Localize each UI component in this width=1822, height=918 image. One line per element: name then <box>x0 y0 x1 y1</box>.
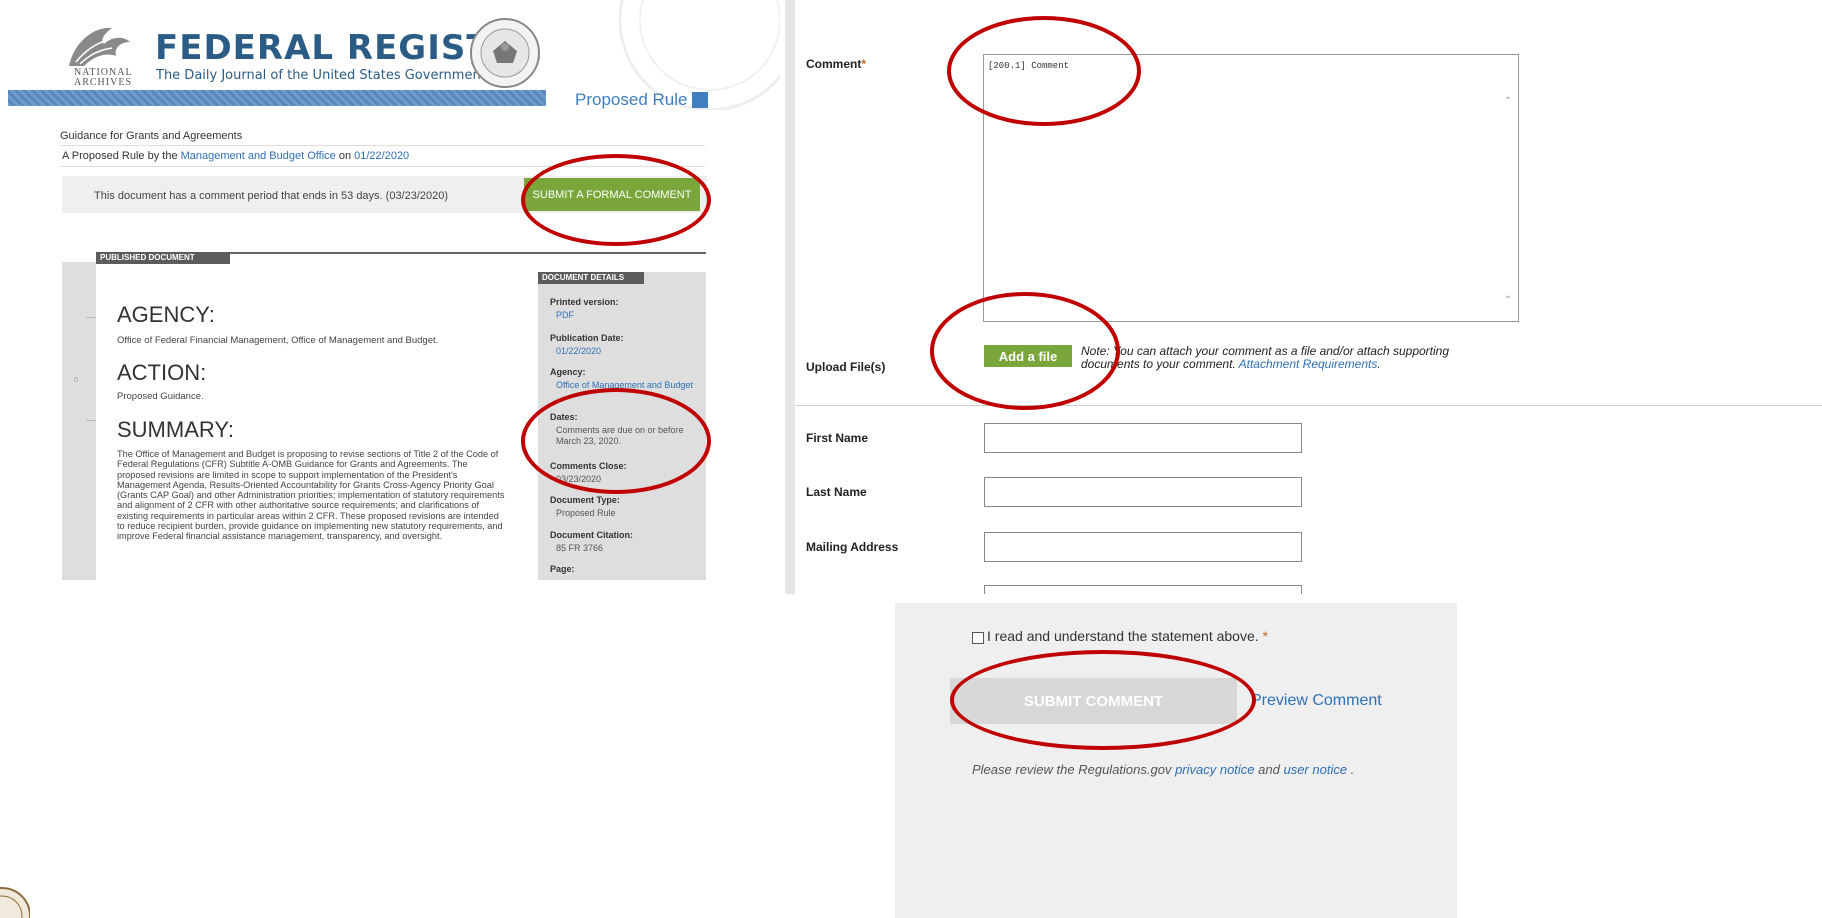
detail-label: Document Type: <box>550 495 620 505</box>
scroll-up-icon[interactable]: ⌃ <box>1504 96 1512 107</box>
pdf-link[interactable]: PDF <box>556 310 574 320</box>
date-link[interactable]: 01/22/2020 <box>354 150 409 162</box>
document-gutter <box>62 262 96 580</box>
agency-link[interactable]: Management and Budget Office <box>181 150 336 162</box>
comment-label-text: Comment <box>806 57 862 71</box>
preview-comment-link[interactable]: Preview Comment <box>1251 692 1382 710</box>
detail-label: Agency: <box>550 367 586 377</box>
action-text: Proposed Guidance. <box>117 391 204 402</box>
published-document-tab: PUBLISHED DOCUMENT <box>96 252 230 264</box>
upload-files-label: Upload File(s) <box>806 360 886 374</box>
gutter-tick <box>86 420 96 421</box>
review-and: and <box>1254 762 1284 777</box>
document-details-tab: DOCUMENT DETAILS <box>538 272 644 284</box>
publication-date-link[interactable]: 01/22/2020 <box>556 346 601 356</box>
document-type-label: Proposed Rule <box>575 90 688 109</box>
gutter-tick <box>86 317 96 318</box>
annotation-circle-dates <box>521 388 711 494</box>
required-asterisk: * <box>1262 628 1268 644</box>
annotation-circle-submit-formal <box>521 154 711 246</box>
first-name-label: First Name <box>806 431 869 445</box>
federal-register-subtitle: The Daily Journal of the United States G… <box>156 68 486 83</box>
presidential-seal-icon <box>0 887 30 918</box>
form-left-border <box>785 0 795 594</box>
mailing-address-label: Mailing Address <box>806 540 899 554</box>
summary-text: The Office of Management and Budget is p… <box>117 449 505 542</box>
agency-text: Office of Federal Financial Management, … <box>117 335 439 346</box>
detail-label: Page: <box>550 564 575 574</box>
statement-checkbox[interactable] <box>972 632 984 644</box>
form-divider <box>795 405 1822 406</box>
document-type-square-icon <box>692 92 708 108</box>
mailing-address-input[interactable] <box>984 532 1302 562</box>
required-asterisk: * <box>861 57 867 71</box>
document-byline: A Proposed Rule by the Management and Bu… <box>62 150 409 162</box>
review-prefix: Please review the Regulations.gov <box>972 762 1176 777</box>
national-archives-seal-icon <box>470 18 540 88</box>
privacy-notice-link[interactable]: privacy notice <box>1175 762 1254 777</box>
note-end: . <box>1377 357 1381 371</box>
statement-label: I read and understand the statement abov… <box>987 628 1259 644</box>
user-notice-link[interactable]: user notice <box>1283 762 1347 777</box>
federal-register-panel: NATIONAL ARCHIVES FEDERAL REGISTER The D… <box>0 0 780 600</box>
scroll-down-icon[interactable]: ⌄ <box>1504 290 1512 301</box>
detail-label: Printed version: <box>550 297 619 307</box>
summary-heading: SUMMARY: <box>117 417 234 442</box>
action-heading: ACTION: <box>117 360 207 385</box>
document-title: Guidance for Grants and Agreements <box>60 130 243 142</box>
next-address-input[interactable] <box>984 585 1302 594</box>
detail-label: Publication Date: <box>550 333 624 343</box>
statement-text: I read and understand the statement abov… <box>987 628 1268 644</box>
divider <box>60 145 705 146</box>
submit-comment-panel <box>895 603 1457 918</box>
last-name-label: Last Name <box>806 485 867 499</box>
review-notice: Please review the Regulations.gov privac… <box>972 762 1354 777</box>
national-archives-text: NATIONAL ARCHIVES <box>74 67 133 88</box>
annotation-circle-add-file <box>930 292 1120 410</box>
document-type-value: Proposed Rule <box>556 508 616 518</box>
annotation-circle-comment-box <box>947 16 1141 126</box>
byline-prefix: A Proposed Rule by the <box>62 150 181 162</box>
first-name-input[interactable] <box>984 423 1302 453</box>
comment-label: Comment* <box>806 57 866 71</box>
agency-heading: AGENCY: <box>117 302 215 327</box>
gutter-marker: 0 <box>74 377 78 384</box>
attachment-note: Note: You can attach your comment as a f… <box>1081 345 1501 371</box>
comment-period-text: This document has a comment period that … <box>94 190 449 202</box>
attachment-requirements-link[interactable]: Attachment Requirements <box>1239 357 1378 371</box>
last-name-input[interactable] <box>984 477 1302 507</box>
annotation-circle-submit-comment <box>950 650 1256 750</box>
document-citation-value: 85 FR 3766 <box>556 543 604 553</box>
byline-on: on <box>335 150 355 162</box>
review-end: . <box>1347 762 1355 777</box>
national-archives-eagle-logo <box>69 27 130 66</box>
header-hatched-bar <box>8 90 546 106</box>
detail-label: Document Citation: <box>550 530 633 540</box>
